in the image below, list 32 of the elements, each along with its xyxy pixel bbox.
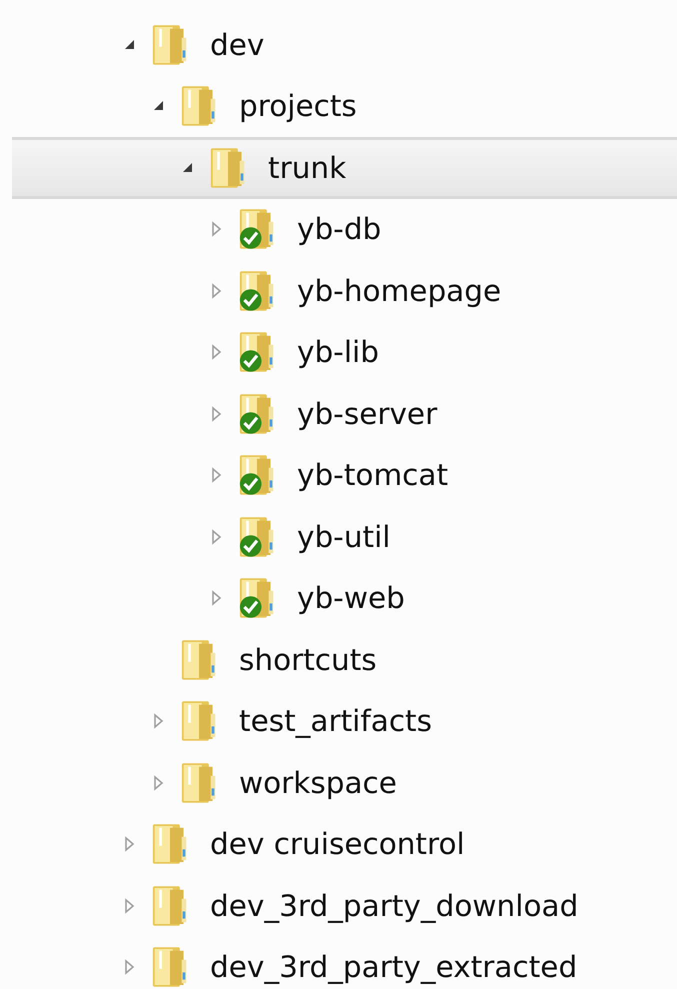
tree-row[interactable]: yb-homepage: [12, 260, 677, 322]
tree-row[interactable]: shortcuts: [12, 629, 677, 690]
folder-name[interactable]: dev_3rd_party_extracted: [210, 950, 578, 984]
tree-row[interactable]: dev_3rd_party_download: [12, 875, 677, 936]
folder-name[interactable]: dev: [210, 28, 264, 62]
tree-row[interactable]: yb-tomcat: [12, 444, 677, 506]
tree-row[interactable]: yb-web: [12, 568, 677, 629]
tree-row[interactable]: yb-server: [12, 383, 677, 444]
tree-row[interactable]: yb-db: [12, 198, 677, 260]
tree-row[interactable]: dev cruisecontrol: [12, 814, 677, 875]
folder-name[interactable]: yb-homepage: [297, 274, 502, 308]
tree-row[interactable]: yb-util: [12, 506, 677, 568]
tree-row[interactable]: projects: [12, 76, 677, 137]
folder-name[interactable]: projects: [239, 89, 357, 124]
tree-row[interactable]: dev: [12, 14, 677, 76]
folder-name[interactable]: yb-tomcat: [297, 458, 448, 492]
folder-name[interactable]: yb-util: [297, 520, 390, 554]
folder-name[interactable]: test_artifacts: [239, 704, 432, 738]
folder-name[interactable]: workspace: [239, 766, 397, 800]
folder-name[interactable]: dev cruisecontrol: [210, 827, 465, 862]
tree-row[interactable]: dev_3rd_party_extracted: [12, 936, 677, 989]
tree-row[interactable]: test_artifacts: [12, 690, 677, 752]
tree-row[interactable]: workspace: [12, 752, 677, 814]
folder-name[interactable]: yb-web: [297, 581, 405, 616]
folder-name[interactable]: yb-lib: [297, 335, 379, 370]
selected-row[interactable]: trunk: [12, 137, 677, 198]
folder-name[interactable]: yb-db: [297, 212, 382, 246]
tree-row[interactable]: yb-lib: [12, 322, 677, 383]
folder-name[interactable]: yb-server: [297, 396, 438, 431]
folder-name[interactable]: trunk: [268, 150, 346, 185]
folder-name[interactable]: shortcuts: [239, 642, 377, 677]
folder-name[interactable]: dev_3rd_party_download: [210, 888, 578, 923]
